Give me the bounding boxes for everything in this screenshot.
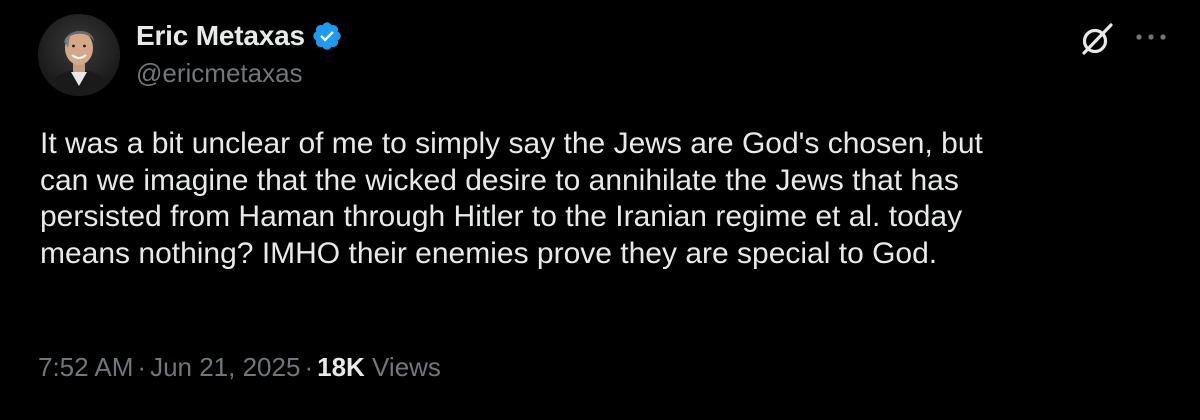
more-dots-icon[interactable] <box>1134 30 1168 44</box>
tweet-timestamp[interactable]: 7:52 AM · Jun 21, 2025 <box>38 352 300 382</box>
tweet-text-line: can we imagine that the wicked desire to… <box>40 163 959 197</box>
tweet-text-line: persisted from Haman through Hitler to t… <box>40 200 963 233</box>
tweet-text-line: It was a bit unclear of me to simply say… <box>40 127 983 160</box>
avatar[interactable] <box>38 14 120 96</box>
tweet-text-line: means nothing? IMHO their enemies prove … <box>40 236 938 270</box>
tweet-text: It was a bit unclear of me to simply say… <box>40 126 1160 272</box>
verified-badge-icon[interactable] <box>311 20 343 52</box>
avatar-photo <box>38 14 120 96</box>
tweet-time: 7:52 AM <box>38 352 134 382</box>
views-count: 18K <box>317 352 365 382</box>
author-name-row: Eric Metaxas <box>136 16 343 56</box>
grok-icon[interactable] <box>1078 20 1116 58</box>
author-display-name[interactable]: Eric Metaxas <box>136 20 305 52</box>
author-handle[interactable]: @ericmetaxas <box>136 58 303 89</box>
meta-separator: · <box>137 352 147 382</box>
tweet-meta: 7:52 AM · Jun 21, 2025 · 18K Views <box>38 352 441 383</box>
meta-separator: · <box>304 352 314 382</box>
views-label: Views <box>372 352 441 382</box>
tweet-card: Eric Metaxas @ericmetaxas It was a bit u… <box>0 0 1200 420</box>
tweet-date: Jun 21, 2025 <box>150 352 301 382</box>
